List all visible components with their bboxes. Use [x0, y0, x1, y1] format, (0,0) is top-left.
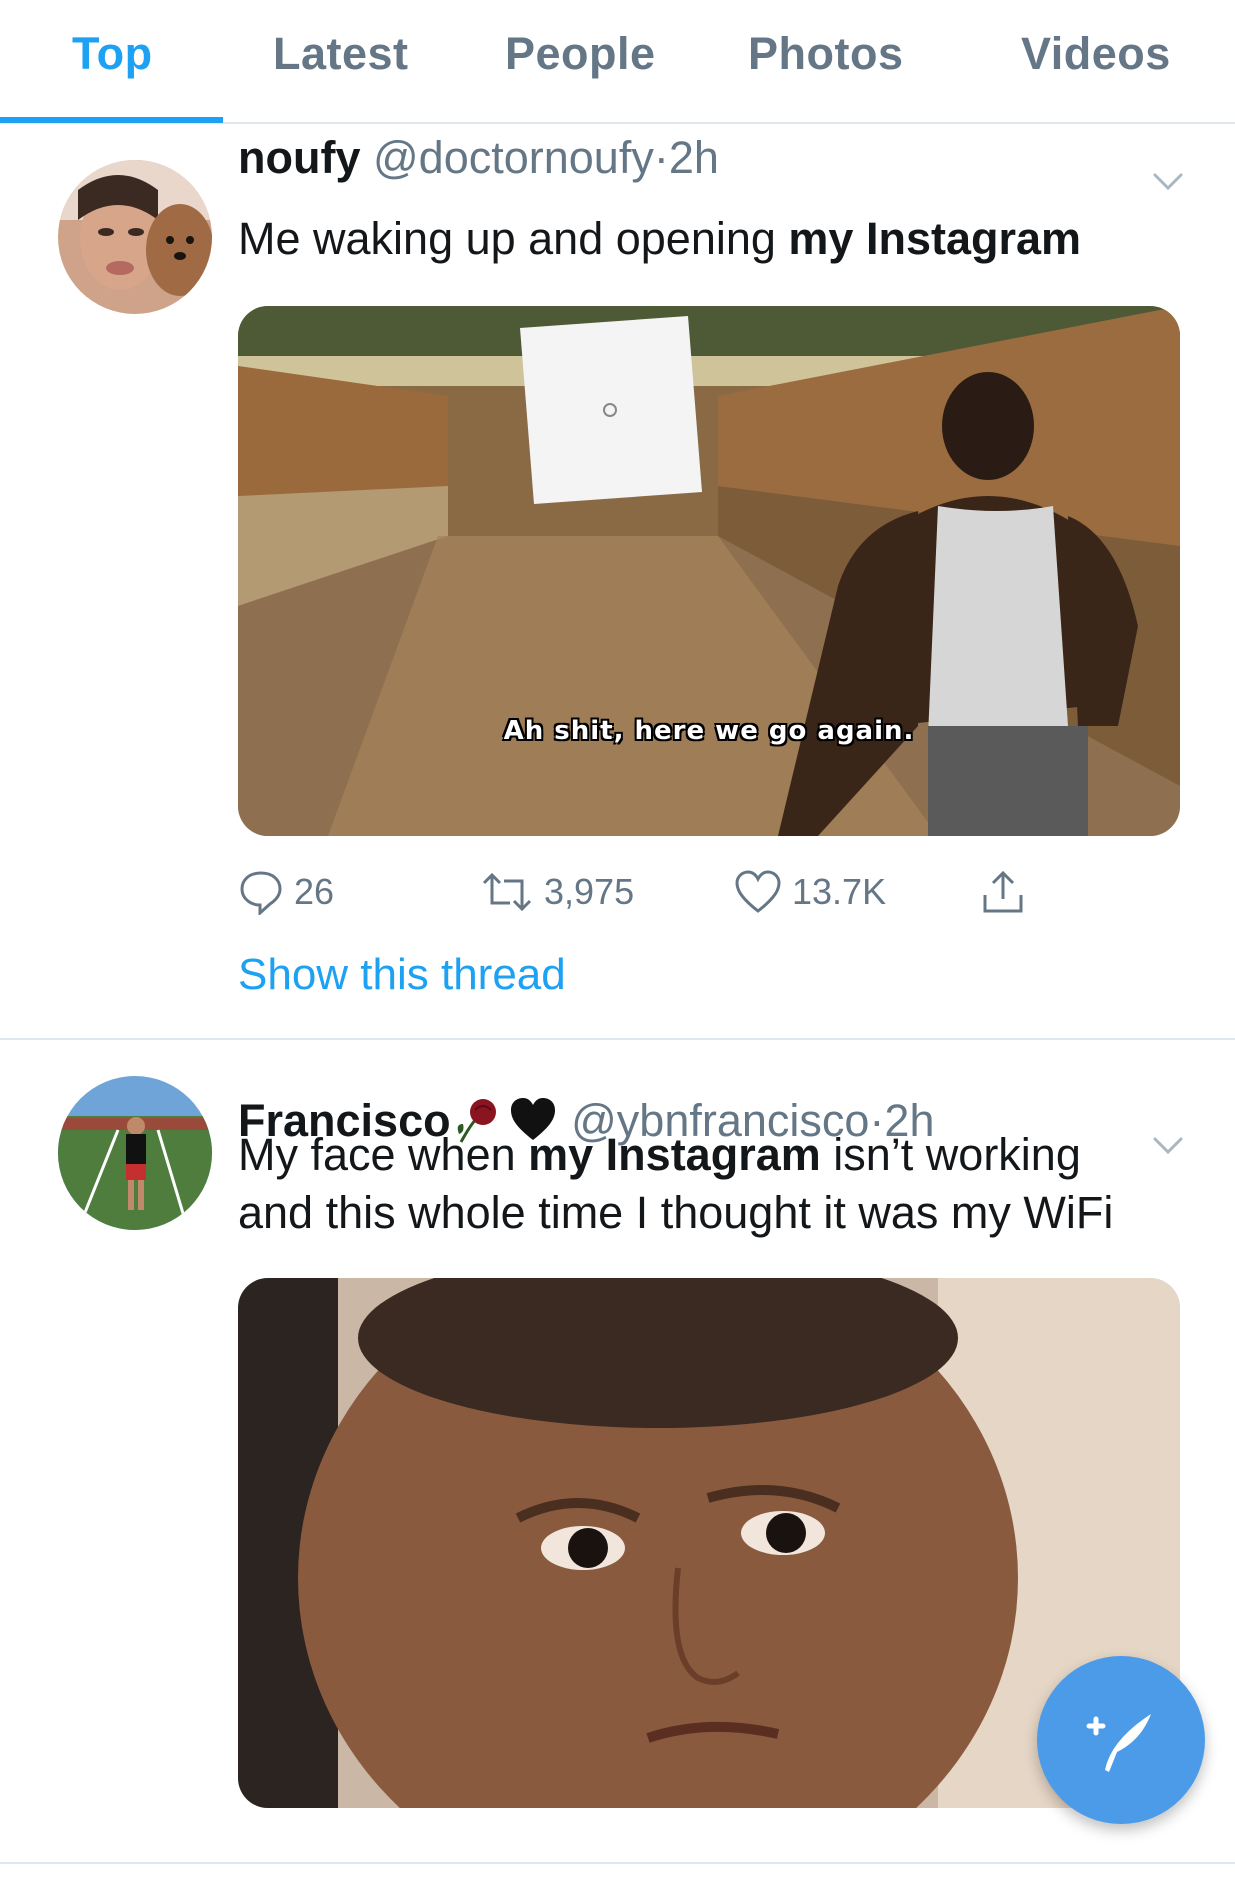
- tweet-text: Me waking up and opening my Instagram: [238, 210, 1158, 268]
- tweet-text-bold: my Instagram: [788, 213, 1082, 264]
- tweet-header: noufy @doctornoufy·2h: [238, 132, 719, 184]
- avatar[interactable]: [58, 160, 212, 314]
- like-count: 13.7K: [792, 871, 887, 912]
- reply-icon: [240, 871, 282, 915]
- tab-photos[interactable]: Photos: [748, 28, 904, 80]
- active-tab-indicator: [0, 117, 223, 123]
- share-icon: [983, 870, 1023, 913]
- bottom-edge-divider: [0, 1862, 1235, 1864]
- compose-tweet-button[interactable]: [1037, 1656, 1205, 1824]
- separator-dot: ·: [653, 132, 669, 183]
- search-tabs: Top Latest People Photos Videos: [0, 0, 1235, 124]
- chevron-down-icon[interactable]: [1151, 164, 1185, 198]
- tweet-text-plain: My face when: [238, 1129, 529, 1180]
- show-thread-link[interactable]: Show this thread: [238, 950, 566, 1000]
- display-name[interactable]: noufy: [238, 132, 360, 183]
- tab-videos[interactable]: Videos: [1021, 28, 1171, 80]
- tweet-text: My face when my Instagram isn’t working …: [238, 1126, 1168, 1242]
- tab-people[interactable]: People: [505, 28, 656, 80]
- retweet-count: 3,975: [544, 871, 635, 912]
- tweet-text-plain: Me waking up and opening: [238, 213, 789, 264]
- meme-caption: Ah shit, here we go again.: [503, 716, 915, 746]
- timestamp[interactable]: 2h: [669, 132, 719, 183]
- tab-top[interactable]: Top: [72, 28, 153, 80]
- avatar[interactable]: [58, 1076, 212, 1230]
- retweet-icon: [482, 872, 532, 912]
- reply-button[interactable]: 26: [238, 869, 334, 915]
- like-icon: [735, 870, 781, 913]
- user-handle[interactable]: @doctornoufy: [373, 132, 654, 183]
- reply-count: 26: [294, 871, 335, 912]
- retweet-button[interactable]: 3,975: [480, 869, 634, 915]
- like-button[interactable]: 13.7K: [734, 869, 886, 915]
- tab-latest[interactable]: Latest: [273, 28, 409, 80]
- compose-tweet-icon: [1086, 1714, 1151, 1772]
- tweet-text-bold: my Instagram: [528, 1129, 821, 1180]
- tweet-divider: [0, 1038, 1235, 1040]
- tweet-actions: 26 3,975 13.7K: [238, 869, 1158, 929]
- share-button[interactable]: [980, 869, 1026, 915]
- tweet-media-image[interactable]: Ah shit, here we go again.: [238, 306, 1180, 836]
